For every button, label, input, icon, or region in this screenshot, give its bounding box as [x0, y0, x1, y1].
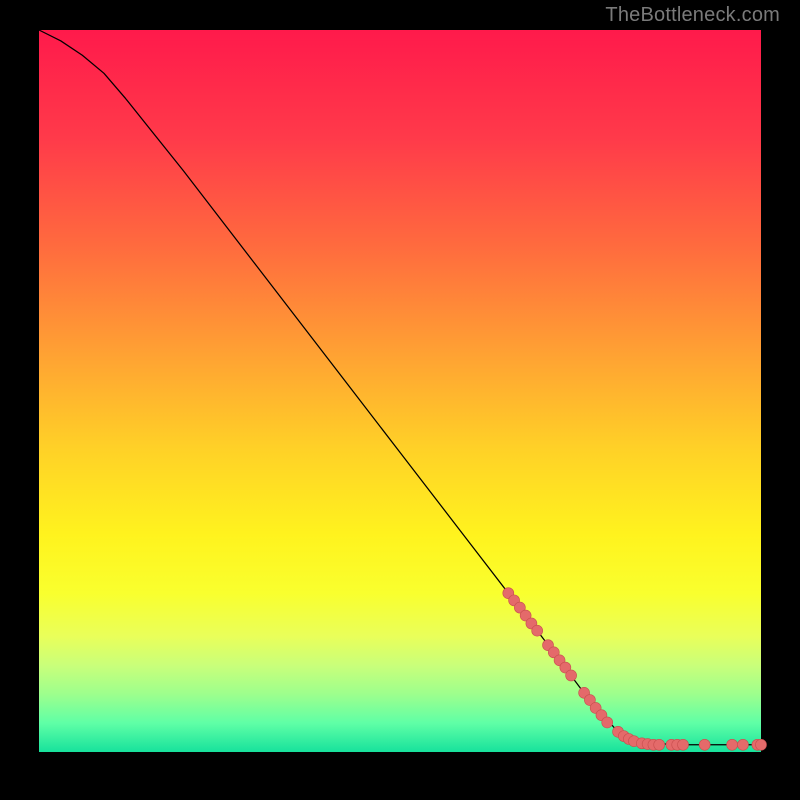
data-marker — [602, 717, 613, 728]
chart-svg — [39, 30, 761, 752]
performance-curve — [39, 30, 761, 745]
data-marker — [699, 739, 710, 750]
data-marker — [532, 625, 543, 636]
data-marker — [727, 739, 738, 750]
data-markers — [503, 588, 767, 751]
data-marker — [737, 739, 748, 750]
data-marker — [654, 739, 665, 750]
attribution-label: TheBottleneck.com — [605, 4, 780, 27]
chart-frame: TheBottleneck.com — [0, 0, 800, 800]
plot-area — [39, 30, 761, 752]
data-marker — [756, 739, 767, 750]
data-marker — [678, 739, 689, 750]
data-marker — [566, 670, 577, 681]
